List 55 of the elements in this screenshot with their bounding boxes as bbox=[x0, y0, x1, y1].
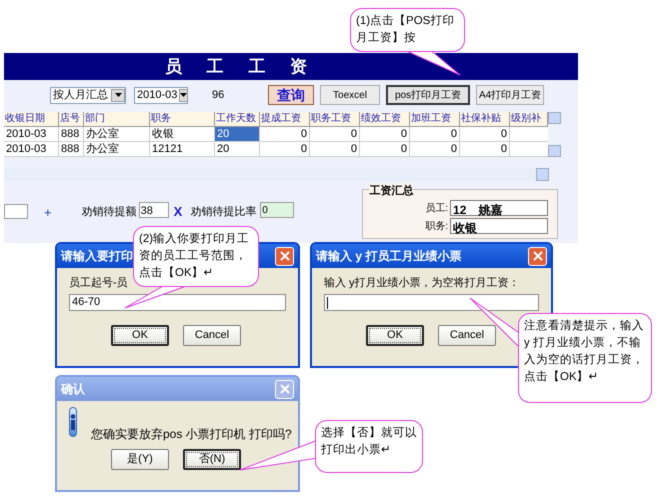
close-icon bbox=[532, 251, 542, 261]
input-field[interactable]: 0 bbox=[260, 202, 294, 218]
horizontal-scrollbar[interactable] bbox=[4, 168, 549, 181]
query-button[interactable]: 查询 bbox=[268, 85, 314, 105]
table-cell: 20 bbox=[215, 127, 260, 142]
dialog-title: 请输入要打印 bbox=[61, 248, 133, 265]
close-icon bbox=[280, 384, 290, 394]
table-cell: 0 bbox=[410, 142, 460, 157]
field-label: 员工: bbox=[425, 202, 448, 216]
toolbar-button[interactable]: A4打印月工资 bbox=[476, 85, 544, 105]
input-field[interactable]: 收银 bbox=[450, 218, 548, 234]
toolbar-button[interactable]: Toexcel bbox=[320, 85, 380, 105]
table-cell: 0 bbox=[460, 142, 510, 157]
text-cursor bbox=[327, 296, 328, 308]
input-field[interactable]: 46-70 bbox=[69, 294, 286, 311]
operator-sign: X bbox=[174, 203, 182, 221]
field-label: 职务: bbox=[425, 220, 448, 234]
table-cell: 0 bbox=[260, 142, 310, 157]
toolbar-button[interactable]: pos打印月工资 bbox=[386, 85, 470, 105]
close-button[interactable] bbox=[275, 380, 294, 398]
dialog-title: 请输入 y 打员工月业绩小票 bbox=[316, 248, 462, 265]
dialog-button[interactable]: OK bbox=[366, 325, 424, 346]
table-cell: 12121 bbox=[150, 142, 215, 157]
dropdown[interactable]: 按人月汇总 bbox=[50, 86, 126, 104]
dropdown[interactable]: 2010-03 bbox=[134, 86, 188, 104]
table-cell: 888 bbox=[59, 142, 84, 157]
prompt-label: 员工起号-员 bbox=[69, 276, 128, 290]
input-field[interactable] bbox=[4, 204, 28, 219]
window-title: 员 工 工 资 bbox=[164, 56, 318, 78]
dialog-button[interactable]: Cancel bbox=[183, 325, 241, 346]
vertical-scrollbar[interactable] bbox=[548, 112, 561, 157]
dialog-button[interactable]: OK bbox=[111, 325, 169, 346]
table-cell: 办公室 bbox=[84, 142, 150, 157]
table-cell: 0 bbox=[360, 142, 410, 157]
record-count: 96 bbox=[212, 88, 226, 103]
close-button[interactable] bbox=[528, 246, 547, 266]
field-label: 劝销待提比率 bbox=[190, 204, 256, 220]
close-button[interactable] bbox=[275, 246, 294, 266]
dialog-button[interactable]: Cancel bbox=[438, 325, 496, 346]
table-cell: 2010-03 bbox=[4, 142, 59, 157]
input-field[interactable] bbox=[324, 294, 539, 311]
table-cell: 0 bbox=[310, 142, 360, 157]
table-cell: 20 bbox=[215, 142, 260, 157]
input-field[interactable]: 12 姚嘉 bbox=[450, 200, 548, 216]
callout: 注意看清楚提示，输入 y 打月业绩小票，不输入为空的话打月工资，点击【OK】↵ bbox=[518, 313, 652, 403]
input-field[interactable]: 38 bbox=[138, 202, 169, 218]
plus-sign: + bbox=[44, 204, 52, 222]
dialog-button[interactable]: 否(N) bbox=[183, 449, 241, 470]
prompt-label: 输入 y打月业绩小票，为空将打月工资： bbox=[324, 276, 520, 290]
dialog-title: 确认 bbox=[61, 381, 85, 398]
close-icon bbox=[280, 251, 290, 261]
field-label: 劝销待提额 bbox=[82, 204, 137, 220]
info-icon bbox=[69, 407, 77, 437]
message-text: 您确实要放弃pos 小票打印机 打印吗? bbox=[91, 426, 292, 443]
dialog-button[interactable]: 是(Y) bbox=[111, 449, 169, 470]
